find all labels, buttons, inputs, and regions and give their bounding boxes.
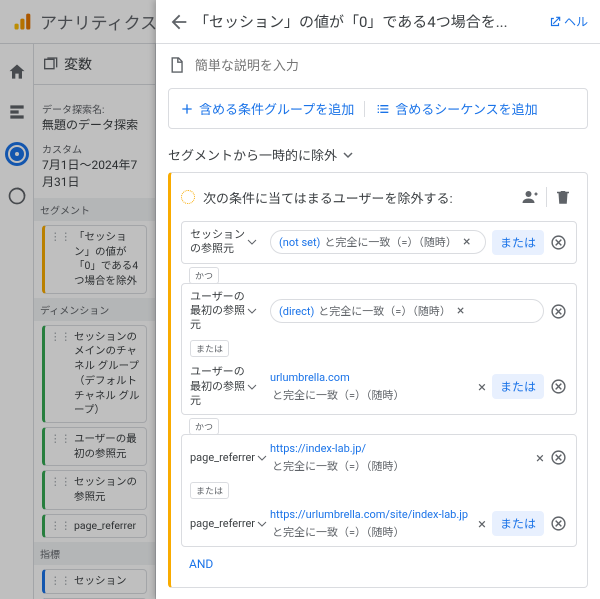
- filter-operator: と完全に一致（=）（随時）: [270, 385, 478, 403]
- dimension-select[interactable]: page_referrer: [190, 517, 262, 531]
- condition-header: 次の条件に当てはまるユーザーを除外する:: [181, 183, 577, 211]
- delete-button[interactable]: [549, 183, 577, 211]
- chevron-down-icon: [343, 150, 353, 160]
- filter-value[interactable]: https://index-lab.jp/: [270, 442, 366, 455]
- close-circle-icon: [550, 449, 567, 466]
- dimension-select[interactable]: ユーザーの最初の参照元: [190, 365, 262, 408]
- segment-editor-panel: 「セッション」の値が「0」である4つ場合を... ヘル 含める条件グループを追加…: [156, 0, 600, 599]
- dimension-select[interactable]: セッションの参照元: [190, 228, 262, 257]
- divider: [364, 101, 365, 117]
- filter-value[interactable]: urlumbrella.com: [270, 371, 350, 384]
- rule-block: セッションの参照元 (not set)と完全に一致（=）（随時）× または: [181, 221, 577, 264]
- add-include-group-button[interactable]: 含める条件グループを追加: [179, 99, 354, 118]
- dimension-select[interactable]: ユーザーの最初の参照元: [190, 290, 262, 333]
- exclude-condition-card: 次の条件に当てはまるユーザーを除外する: セッションの参照元 (not set)…: [168, 172, 588, 588]
- divider: [546, 187, 547, 207]
- remove-rule-button[interactable]: [548, 377, 568, 397]
- description-row: [168, 56, 588, 74]
- remove-filter-icon[interactable]: ×: [478, 515, 486, 533]
- filter-operator: と完全に一致（=）（随時）: [270, 522, 478, 540]
- rule-block: ユーザーの最初の参照元 (direct)と完全に一致（=）（随時）× または ユ…: [181, 283, 577, 416]
- trash-icon: [554, 188, 572, 206]
- filter-pill[interactable]: (direct)と完全に一致（=）（随時）×: [270, 299, 544, 323]
- chevron-down-icon: [247, 382, 257, 392]
- remove-rule-button[interactable]: [548, 448, 568, 468]
- back-button[interactable]: [168, 11, 190, 33]
- exclude-section-title[interactable]: セグメントから一時的に除外: [168, 145, 588, 164]
- or-button[interactable]: または: [492, 374, 544, 399]
- chevron-down-icon: [247, 237, 257, 247]
- remove-rule-button[interactable]: [548, 514, 568, 534]
- modal-header: 「セッション」の値が「0」である4つ場合を... ヘル: [156, 0, 600, 44]
- dotted-circle-icon: [181, 190, 195, 204]
- exclude-users-label: 次の条件に当てはまるユーザーを除外する:: [203, 188, 516, 207]
- remove-filter-icon[interactable]: ×: [457, 304, 464, 318]
- close-circle-icon: [550, 234, 567, 251]
- close-circle-icon: [550, 303, 567, 320]
- open-in-new-icon: [548, 15, 562, 29]
- or-button[interactable]: または: [492, 230, 544, 255]
- filter-value[interactable]: https://urlumbrella.com/site/index-lab.j…: [270, 508, 468, 521]
- modal-title: 「セッション」の値が「0」である4つ場合を...: [194, 11, 548, 32]
- filter-operator: と完全に一致（=）（随時）: [270, 456, 536, 474]
- rule-block: page_referrer https://index-lab.jp/ と完全に…: [181, 434, 577, 547]
- close-circle-icon: [550, 378, 567, 395]
- and-joiner: かつ: [189, 267, 219, 284]
- dimension-select[interactable]: page_referrer: [190, 451, 262, 465]
- plus-icon: [179, 101, 195, 117]
- remove-rule-button[interactable]: [548, 232, 568, 252]
- filter-pill[interactable]: (not set)と完全に一致（=）（随時）×: [270, 230, 486, 254]
- person-icon: [521, 188, 539, 206]
- remove-filter-icon[interactable]: ×: [478, 378, 486, 396]
- remove-rule-button[interactable]: [548, 301, 568, 321]
- chevron-down-icon: [247, 306, 257, 316]
- list-icon: [375, 101, 391, 117]
- or-joiner: または: [190, 482, 229, 499]
- or-button[interactable]: または: [492, 511, 544, 536]
- remove-filter-icon[interactable]: ×: [536, 449, 544, 467]
- and-joiner: かつ: [189, 418, 219, 435]
- and-button[interactable]: AND: [181, 551, 221, 577]
- close-circle-icon: [550, 515, 567, 532]
- help-link[interactable]: ヘル: [548, 13, 588, 30]
- include-actions-box: 含める条件グループを追加 含めるシーケンスを追加: [168, 88, 588, 129]
- description-input[interactable]: [195, 58, 588, 73]
- add-include-sequence-button[interactable]: 含めるシーケンスを追加: [375, 99, 537, 118]
- or-joiner: または: [190, 340, 229, 357]
- scope-button[interactable]: [516, 183, 544, 211]
- description-icon: [168, 56, 185, 74]
- remove-filter-icon[interactable]: ×: [463, 235, 470, 249]
